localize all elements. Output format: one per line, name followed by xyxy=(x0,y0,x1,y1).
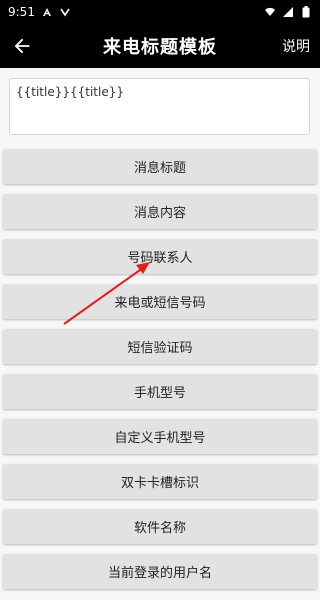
sms-code-button[interactable]: 短信验证码 xyxy=(3,329,317,364)
status-right xyxy=(264,6,312,18)
wifi-icon xyxy=(264,6,276,18)
battery-icon xyxy=(300,6,312,18)
status-time: 9:51 xyxy=(8,5,35,19)
notification-icon xyxy=(59,6,71,18)
arrow-left-icon xyxy=(14,38,30,54)
message-title-button[interactable]: 消息标题 xyxy=(3,149,317,184)
current-username-button[interactable]: 当前登录的用户名 xyxy=(3,554,317,589)
help-button[interactable]: 说明 xyxy=(272,24,320,68)
status-bar: 9:51 xyxy=(0,0,320,24)
signal-icon xyxy=(282,6,294,18)
app-name-button[interactable]: 软件名称 xyxy=(3,509,317,544)
back-button[interactable] xyxy=(0,24,44,68)
contact-name-button[interactable]: 号码联系人 xyxy=(3,239,317,274)
status-left: 9:51 xyxy=(8,5,71,19)
caller-number-button[interactable]: 来电或短信号码 xyxy=(3,284,317,319)
template-input[interactable]: {{title}}{{title}} xyxy=(9,78,310,135)
custom-phone-model-button[interactable]: 自定义手机型号 xyxy=(3,419,317,454)
phone-model-button[interactable]: 手机型号 xyxy=(3,374,317,409)
sim-icon xyxy=(41,6,53,18)
page-title: 来电标题模板 xyxy=(103,37,217,58)
app-bar: 来电标题模板 说明 xyxy=(0,24,320,68)
sim-slot-id-button[interactable]: 双卡卡槽标识 xyxy=(3,464,317,499)
message-content-button[interactable]: 消息内容 xyxy=(3,194,317,229)
